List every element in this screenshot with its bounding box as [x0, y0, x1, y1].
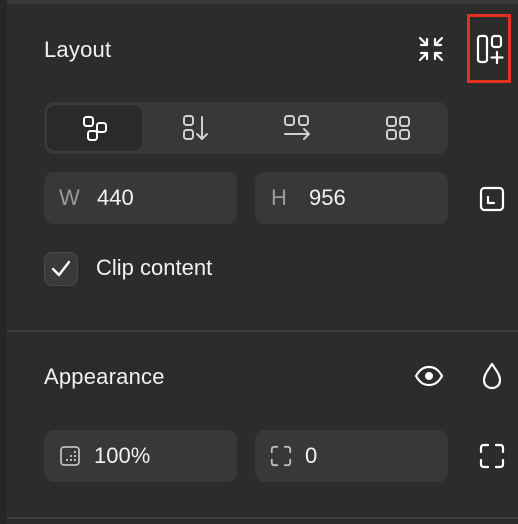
fill-button[interactable]: [472, 356, 512, 396]
layout-mode-horizontal[interactable]: [248, 104, 345, 152]
left-border: [0, 0, 7, 524]
free-layout-icon: [82, 116, 107, 141]
section-divider: [7, 330, 518, 332]
visibility-button[interactable]: [409, 356, 449, 396]
checkmark-icon: [51, 260, 71, 277]
opacity-field[interactable]: 100%: [44, 430, 237, 482]
drop-icon: [482, 362, 502, 390]
top-border: [0, 0, 518, 4]
grid-layout-icon: [385, 116, 410, 140]
width-value: 440: [97, 185, 134, 210]
height-field[interactable]: H 956: [255, 172, 448, 224]
opacity-value: 100%: [94, 443, 151, 468]
appearance-section-title: Appearance: [44, 364, 165, 389]
corner-radius-value: 0: [305, 443, 318, 468]
layout-mode-vertical[interactable]: [147, 104, 244, 152]
corner-radius-field[interactable]: 0: [255, 430, 448, 482]
layout-mode-grid[interactable]: [349, 104, 446, 152]
resize-fit-icon: [479, 186, 505, 212]
collapse-arrows-icon: [418, 36, 444, 62]
width-field[interactable]: W 440: [44, 172, 237, 224]
width-label: W: [59, 185, 80, 210]
vertical-stack-icon: [182, 115, 208, 140]
properties-panel: Layout W 440 H 956 Clip content Appearan…: [0, 0, 518, 524]
collapse-arrows-button[interactable]: [411, 29, 451, 69]
eye-icon: [414, 365, 444, 387]
clip-content-label: Clip content: [96, 255, 213, 280]
height-value: 956: [309, 185, 346, 210]
independent-corners-button[interactable]: [472, 436, 512, 476]
corner-radius-icon: [269, 444, 293, 468]
bottom-divider: [7, 517, 518, 519]
corners-icon: [479, 443, 505, 469]
layout-mode-free[interactable]: [46, 104, 143, 152]
horizontal-stack-icon: [283, 115, 310, 140]
clip-content-checkbox[interactable]: [44, 252, 78, 286]
resize-fit-button[interactable]: [472, 179, 512, 219]
layout-section-title: Layout: [44, 37, 112, 62]
height-label: H: [271, 185, 287, 210]
layout-mode-segmented-control: [44, 102, 448, 154]
highlight-box: [467, 14, 511, 83]
opacity-icon: [58, 444, 82, 468]
